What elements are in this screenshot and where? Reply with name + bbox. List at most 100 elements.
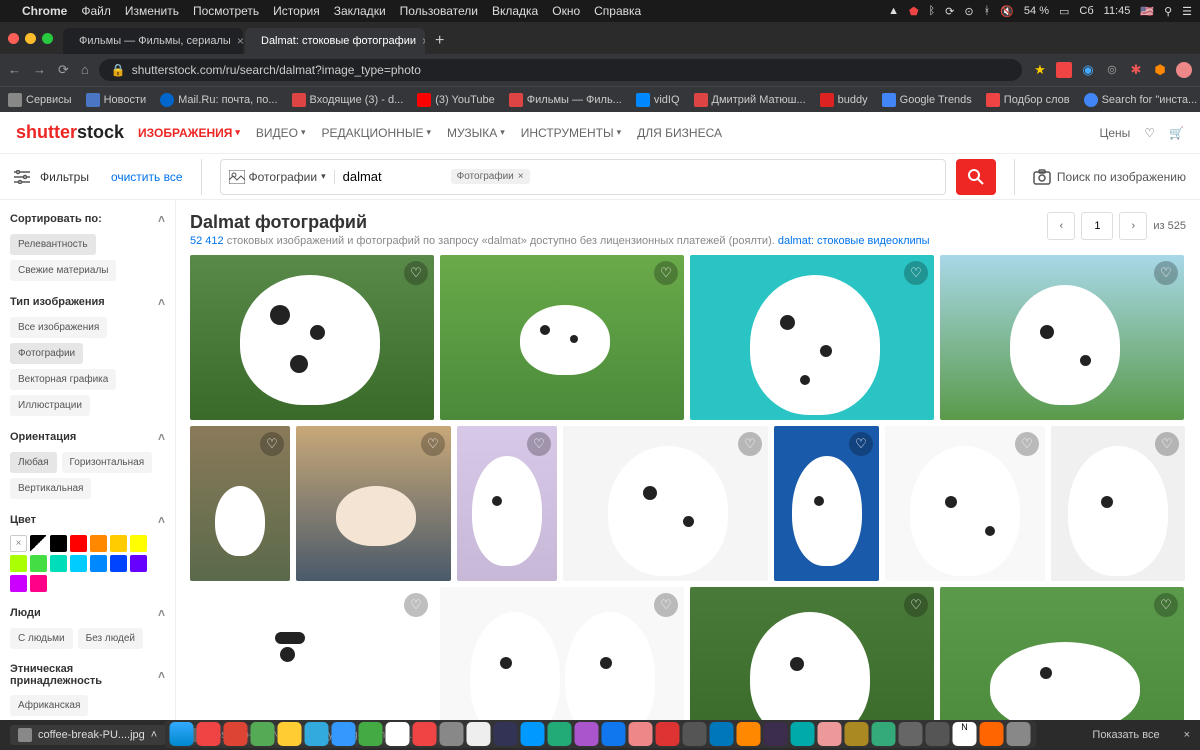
filter-section-type[interactable]: Тип изображения˄ [10, 295, 165, 309]
heart-icon[interactable]: ♡ [1015, 432, 1039, 456]
clear-filters-link[interactable]: очистить все [111, 170, 183, 184]
filter-option[interactable]: Любая [10, 452, 57, 473]
heart-icon[interactable]: ♡ [849, 432, 873, 456]
close-icon[interactable]: × [237, 34, 243, 48]
menu-window[interactable]: Окно [552, 4, 580, 18]
bookmark[interactable]: buddy [820, 93, 868, 107]
heart-icon[interactable]: ♡ [527, 432, 551, 456]
image-thumbnail[interactable]: ♡ [690, 587, 934, 720]
filter-section-color[interactable]: Цвет˄ [10, 513, 165, 527]
bookmark[interactable]: Mail.Ru: почта, по... [160, 93, 277, 107]
menu-history[interactable]: История [273, 4, 320, 18]
image-thumbnail[interactable]: ♡ [440, 587, 684, 720]
image-thumbnail[interactable]: ♡ [885, 426, 1045, 581]
search-button[interactable] [956, 159, 996, 195]
image-thumbnail[interactable]: ♡ [190, 426, 290, 581]
menu-file[interactable]: Файл [81, 4, 111, 18]
filter-option[interactable]: Горизонтальная [62, 452, 153, 473]
image-thumbnail[interactable]: ♡ [690, 255, 934, 420]
ext-icon[interactable]: ✱ [1128, 62, 1144, 78]
ext-icon[interactable]: ⊚ [1104, 62, 1120, 78]
image-thumbnail[interactable]: ♡ [457, 426, 557, 581]
filter-option[interactable]: Вертикальная [10, 478, 91, 499]
filter-option[interactable]: Без людей [78, 628, 143, 649]
search-icon[interactable]: ⚲ [1164, 5, 1172, 18]
bookmark[interactable]: Search for "инста... [1084, 93, 1198, 107]
filter-option[interactable]: Релевантность [10, 234, 96, 255]
image-thumbnail[interactable]: ♡ [774, 426, 879, 581]
bookmark[interactable]: Google Trends [882, 93, 972, 107]
close-icon[interactable]: × [1184, 729, 1190, 741]
heart-icon[interactable]: ♡ [1144, 126, 1155, 140]
new-tab-button[interactable]: + [427, 28, 452, 54]
filter-section-sort[interactable]: Сортировать по:˄ [10, 212, 165, 226]
image-thumbnail[interactable]: ♡ [190, 255, 434, 420]
heart-icon[interactable]: ♡ [904, 593, 928, 617]
forward-button[interactable]: → [33, 62, 46, 78]
download-item[interactable]: coffee-break-PU....jpg˄ [10, 725, 165, 745]
bookmark[interactable]: Подбор слов [986, 93, 1070, 107]
filter-option[interactable]: Векторная графика [10, 369, 116, 390]
menu-help[interactable]: Справка [594, 4, 641, 18]
nav-video[interactable]: ВИДЕО▾ [256, 126, 306, 140]
color-swatch[interactable] [110, 555, 127, 572]
menu-tab[interactable]: Вкладка [492, 4, 538, 18]
color-swatch[interactable] [30, 575, 47, 592]
show-all-downloads[interactable]: Показать все [1092, 729, 1159, 741]
menu-edit[interactable]: Изменить [125, 4, 179, 18]
filter-option[interactable]: Иллюстрации [10, 395, 90, 416]
bookmark[interactable]: Входящие (3) - d... [292, 93, 404, 107]
bookmark[interactable]: (3) YouTube [417, 93, 495, 107]
bookmark[interactable]: Новости [86, 93, 147, 107]
color-swatch[interactable] [30, 535, 47, 552]
bookmark[interactable]: Сервисы [8, 93, 72, 107]
image-thumbnail[interactable]: ♡ [296, 426, 451, 581]
nav-images[interactable]: ИЗОБРАЖЕНИЯ▾ [138, 126, 240, 140]
image-thumbnail[interactable]: ♡ [1051, 426, 1185, 581]
image-thumbnail[interactable]: ♡ [940, 587, 1184, 720]
color-swatch[interactable] [130, 535, 147, 552]
macos-dock[interactable]: N [164, 720, 1037, 748]
menu-view[interactable]: Посмотреть [193, 4, 259, 18]
bookmark[interactable]: vidIQ [636, 93, 680, 107]
color-swatch[interactable] [10, 575, 27, 592]
image-thumbnail[interactable]: ♡ [190, 587, 434, 720]
heart-icon[interactable]: ♡ [1155, 432, 1179, 456]
bookmark[interactable]: Дмитрий Матюш... [694, 93, 806, 107]
image-thumbnail[interactable]: ♡ [563, 426, 768, 581]
ext-icon[interactable] [1056, 62, 1072, 78]
profile-icon[interactable] [1176, 62, 1192, 78]
close-icon[interactable]: × [422, 34, 425, 48]
logo[interactable]: shutterstock [16, 122, 124, 143]
color-swatch[interactable] [50, 555, 67, 572]
app-name[interactable]: Chrome [22, 4, 67, 18]
heart-icon[interactable]: ♡ [404, 593, 428, 617]
image-search-button[interactable]: Поиск по изображению [1033, 169, 1186, 185]
heart-icon[interactable]: ♡ [654, 593, 678, 617]
heart-icon[interactable]: ♡ [1154, 593, 1178, 617]
color-swatch[interactable] [30, 555, 47, 572]
ext-icon[interactable]: ⬢ [1152, 62, 1168, 78]
nav-tools[interactable]: ИНСТРУМЕНТЫ▾ [521, 126, 621, 140]
filter-section-ethnic[interactable]: Этническая принадлежность˄ [10, 663, 165, 687]
heart-icon[interactable]: ♡ [1154, 261, 1178, 285]
page-input[interactable] [1081, 212, 1113, 240]
heart-icon[interactable]: ♡ [404, 261, 428, 285]
videos-link[interactable]: dalmat: стоковые видеоклипы [778, 235, 930, 247]
filter-section-people[interactable]: Люди˄ [10, 606, 165, 620]
prev-page-button[interactable]: ‹ [1047, 212, 1075, 240]
filters-icon[interactable] [14, 170, 30, 184]
bookmark[interactable]: Фильмы — Филь... [509, 93, 622, 107]
ext-icon[interactable]: ◉ [1080, 62, 1096, 78]
address-bar[interactable]: 🔒 shutterstock.com/ru/search/dalmat?imag… [99, 59, 1022, 81]
filter-option[interactable]: Фотографии [10, 343, 83, 364]
search-category-dropdown[interactable]: Фотографии▾ [229, 170, 335, 184]
color-swatch[interactable] [90, 535, 107, 552]
image-thumbnail[interactable]: ♡ [440, 255, 684, 420]
color-swatch-none[interactable]: × [10, 535, 27, 552]
menu-bookmarks[interactable]: Закладки [334, 4, 386, 18]
filter-section-orient[interactable]: Ориентация˄ [10, 430, 165, 444]
cart-icon[interactable]: 🛒 [1169, 126, 1184, 140]
filters-toggle[interactable]: Фильтры [40, 170, 89, 184]
image-thumbnail[interactable]: ♡ [940, 255, 1184, 420]
